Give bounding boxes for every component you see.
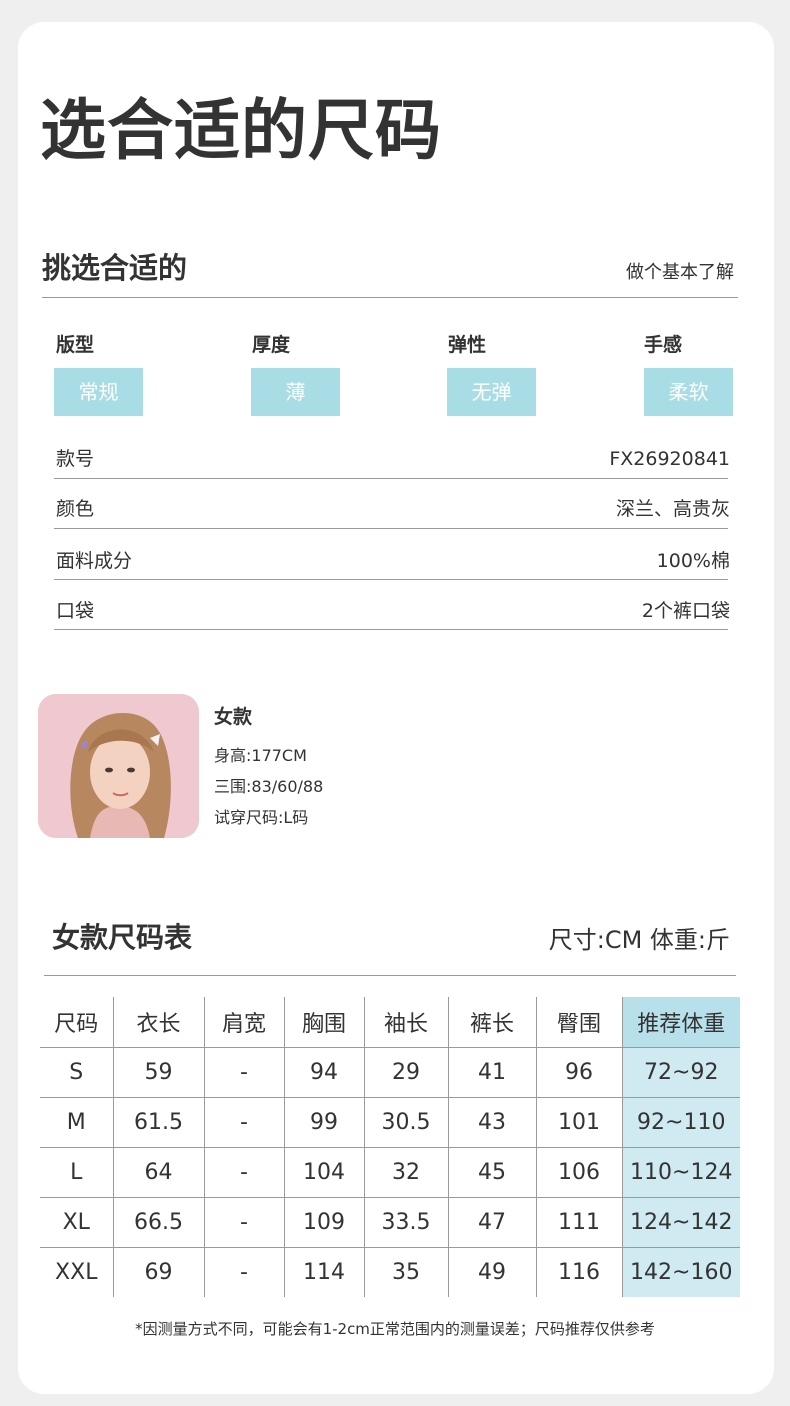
table-cell: 109: [284, 1197, 365, 1248]
table-cell-recommended-weight: 124~142: [622, 1197, 740, 1248]
table-cell: 64: [113, 1147, 205, 1198]
table-cell-recommended-weight: 92~110: [622, 1097, 740, 1148]
attr-label-feel: 手感: [644, 334, 683, 356]
table-header-recommended-weight: 推荐体重: [622, 997, 740, 1048]
table-cell-recommended-weight: 110~124: [622, 1147, 740, 1198]
attr-label-elasticity: 弹性: [448, 334, 487, 356]
table-cell: 32: [364, 1147, 449, 1198]
table-row: S 59 - 94 29 41 96 72~92: [40, 1047, 740, 1098]
attr-label-fit: 版型: [56, 334, 95, 356]
table-cell: 49: [448, 1247, 537, 1297]
table-header: 裤长: [448, 997, 537, 1048]
table-cell: 66.5: [113, 1197, 205, 1248]
attr-chip-thickness: 薄: [251, 368, 340, 416]
size-table-divider: [44, 975, 736, 976]
model-avatar: [38, 694, 199, 838]
table-cell: -: [204, 1197, 285, 1248]
spec-value-style-no: FX26920841: [609, 448, 730, 470]
model-title: 女款: [214, 706, 253, 728]
table-row: XL 66.5 - 109 33.5 47 111 124~142: [40, 1197, 740, 1248]
spec-key-fabric: 面料成分: [56, 550, 133, 572]
table-cell: -: [204, 1097, 285, 1148]
table-header: 胸围: [284, 997, 365, 1048]
table-cell: 69: [113, 1247, 205, 1297]
spec-key-pocket: 口袋: [56, 600, 95, 622]
size-table-unit: 尺寸:CM 体重:斤: [548, 926, 730, 954]
table-cell: 45: [448, 1147, 537, 1198]
table-row: L 64 - 104 32 45 106 110~124: [40, 1147, 740, 1198]
size-table: 尺码 衣长 肩宽 胸围 袖长 裤长 臀围 推荐体重 S 59 - 94 29 4…: [40, 997, 740, 1297]
attr-chip-fit: 常规: [54, 368, 143, 416]
spec-value-pocket: 2个裤口袋: [641, 600, 730, 622]
table-cell: XL: [40, 1197, 114, 1248]
model-height: 身高:177CM: [214, 746, 307, 765]
table-cell: -: [204, 1247, 285, 1297]
spec-value-fabric: 100%棉: [656, 550, 730, 572]
model-portrait-icon: [38, 694, 199, 838]
table-cell: 94: [284, 1047, 365, 1098]
table-cell: 30.5: [364, 1097, 449, 1148]
table-cell: 29: [364, 1047, 449, 1098]
spec-key-style-no: 款号: [56, 448, 95, 470]
table-cell: M: [40, 1097, 114, 1148]
section-subtitle: 做个基本了解: [626, 262, 734, 283]
table-cell: 116: [536, 1247, 623, 1297]
table-row: XXL 69 - 114 35 49 116 142~160: [40, 1247, 740, 1297]
table-cell-recommended-weight: 72~92: [622, 1047, 740, 1098]
table-cell: 106: [536, 1147, 623, 1198]
table-header: 袖长: [364, 997, 449, 1048]
attr-label-thickness: 厚度: [252, 334, 291, 356]
table-header: 尺码: [40, 997, 114, 1048]
table-cell: 47: [448, 1197, 537, 1248]
table-header: 臀围: [536, 997, 623, 1048]
table-header: 衣长: [113, 997, 205, 1048]
table-cell: 114: [284, 1247, 365, 1297]
page-title: 选合适的尺码: [40, 92, 442, 169]
table-header-row: 尺码 衣长 肩宽 胸围 袖长 裤长 臀围 推荐体重: [40, 997, 740, 1048]
footnote: *因测量方式不同，可能会有1-2cm正常范围内的测量误差；尺码推荐仅供参考: [135, 1320, 655, 1338]
table-cell: L: [40, 1147, 114, 1198]
spec-divider: [54, 478, 728, 479]
table-cell: 41: [448, 1047, 537, 1098]
table-cell: XXL: [40, 1247, 114, 1297]
spec-key-color: 颜色: [56, 498, 95, 520]
table-cell: 59: [113, 1047, 205, 1098]
attr-chip-elasticity: 无弹: [447, 368, 536, 416]
spec-divider: [54, 579, 728, 580]
section-title: 挑选合适的: [42, 251, 188, 285]
table-cell: 104: [284, 1147, 365, 1198]
spec-value-color: 深兰、高贵灰: [615, 498, 730, 520]
table-cell: 99: [284, 1097, 365, 1148]
table-cell: 43: [448, 1097, 537, 1148]
size-table-title: 女款尺码表: [52, 921, 193, 954]
spec-divider: [54, 528, 728, 529]
table-cell: 33.5: [364, 1197, 449, 1248]
model-trial-size: 试穿尺码:L码: [214, 808, 309, 827]
table-cell: -: [204, 1147, 285, 1198]
table-cell: 96: [536, 1047, 623, 1098]
table-cell: -: [204, 1047, 285, 1098]
table-row: M 61.5 - 99 30.5 43 101 92~110: [40, 1097, 740, 1148]
model-measurements: 三围:83/60/88: [214, 777, 324, 796]
table-cell-recommended-weight: 142~160: [622, 1247, 740, 1297]
table-cell: 61.5: [113, 1097, 205, 1148]
spec-divider: [54, 629, 728, 630]
table-cell: S: [40, 1047, 114, 1098]
section-divider: [42, 297, 738, 298]
table-cell: 101: [536, 1097, 623, 1148]
table-cell: 35: [364, 1247, 449, 1297]
attr-chip-feel: 柔软: [644, 368, 733, 416]
table-cell: 111: [536, 1197, 623, 1248]
table-header: 肩宽: [204, 997, 285, 1048]
